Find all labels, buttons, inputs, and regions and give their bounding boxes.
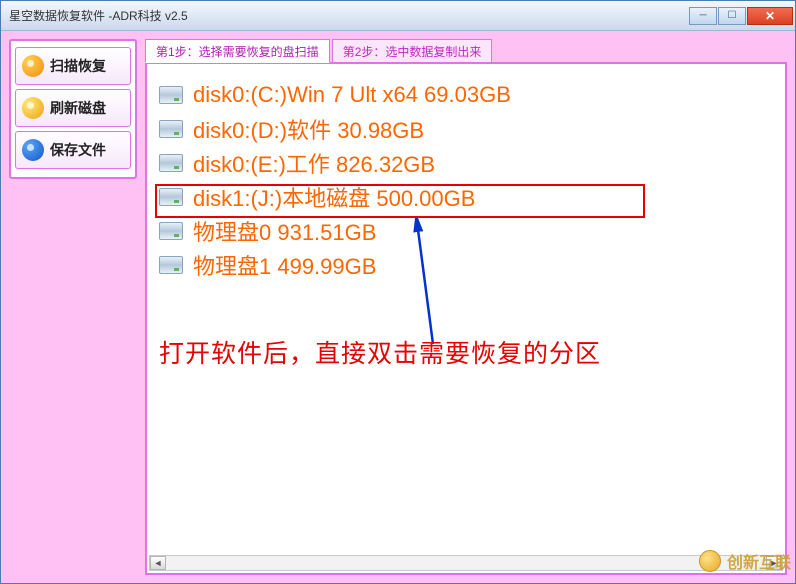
tab-step2[interactable]: 第2步：选中数据复制出来 [332, 39, 493, 63]
scroll-left-button[interactable]: ◄ [150, 556, 166, 570]
disk-label: 物理盘1 499.99GB [193, 249, 376, 281]
horizontal-scrollbar[interactable]: ◄ ► [149, 555, 783, 571]
sidebar: 扫描恢复 刷新磁盘 保存文件 [9, 39, 137, 179]
disk-row[interactable]: disk0:(D:)软件 30.98GB [159, 112, 773, 146]
disk-icon [159, 86, 183, 104]
disk-label: disk0:(E:)工作 826.32GB [193, 147, 435, 179]
window-title: 星空数据恢复软件 -ADR科技 v2.5 [9, 7, 688, 24]
scan-recover-label: 扫描恢复 [50, 56, 106, 76]
tab-bar: 第1步：选择需要恢复的盘扫描 第2步：选中数据复制出来 [145, 39, 787, 63]
disk-row[interactable]: 物理盘0 931.51GB [159, 214, 773, 248]
disk-row[interactable]: disk0:(C:)Win 7 Ult x64 69.03GB [159, 78, 773, 112]
watermark: 创新互联 [699, 549, 791, 573]
watermark-text: 创新互联 [727, 549, 791, 573]
scan-recover-button[interactable]: 扫描恢复 [15, 47, 131, 85]
annotation-text: 打开软件后，直接双击需要恢复的分区 [159, 334, 601, 370]
disk-row[interactable]: disk1:(J:)本地磁盘 500.00GB [159, 180, 773, 214]
save-file-button[interactable]: 保存文件 [15, 131, 131, 169]
disk-label: 物理盘0 931.51GB [193, 215, 376, 247]
refresh-disk-label: 刷新磁盘 [50, 98, 106, 118]
save-file-label: 保存文件 [50, 140, 106, 160]
disk-icon [159, 222, 183, 240]
refresh-icon [22, 97, 44, 119]
titlebar: 星空数据恢复软件 -ADR科技 v2.5 ─ ☐ ✕ [1, 1, 795, 31]
app-window: 星空数据恢复软件 -ADR科技 v2.5 ─ ☐ ✕ 扫描恢复 刷新磁盘 保存文… [0, 0, 796, 584]
disk-icon [159, 256, 183, 274]
maximize-button[interactable]: ☐ [718, 7, 746, 25]
main-area: 第1步：选择需要恢复的盘扫描 第2步：选中数据复制出来 disk0:(C:)Wi… [145, 39, 787, 575]
disk-row[interactable]: disk0:(E:)工作 826.32GB [159, 146, 773, 180]
magnifier-icon [22, 55, 44, 77]
disk-label: disk1:(J:)本地磁盘 500.00GB [193, 181, 475, 213]
tab-step1[interactable]: 第1步：选择需要恢复的盘扫描 [145, 39, 330, 63]
disk-list: disk0:(C:)Win 7 Ult x64 69.03GB disk0:(D… [147, 64, 785, 296]
disk-icon [159, 188, 183, 206]
disk-icon [159, 154, 183, 172]
close-button[interactable]: ✕ [747, 7, 793, 25]
watermark-icon [699, 550, 721, 572]
save-icon [22, 139, 44, 161]
disk-row[interactable]: 物理盘1 499.99GB [159, 248, 773, 282]
disk-label: disk0:(C:)Win 7 Ult x64 69.03GB [193, 82, 511, 108]
refresh-disk-button[interactable]: 刷新磁盘 [15, 89, 131, 127]
minimize-button[interactable]: ─ [689, 7, 717, 25]
disk-icon [159, 120, 183, 138]
client-area: 扫描恢复 刷新磁盘 保存文件 第1步：选择需要恢复的盘扫描 第2步：选中数据复制… [1, 31, 795, 583]
disk-label: disk0:(D:)软件 30.98GB [193, 113, 424, 145]
disk-panel: disk0:(C:)Win 7 Ult x64 69.03GB disk0:(D… [145, 62, 787, 575]
